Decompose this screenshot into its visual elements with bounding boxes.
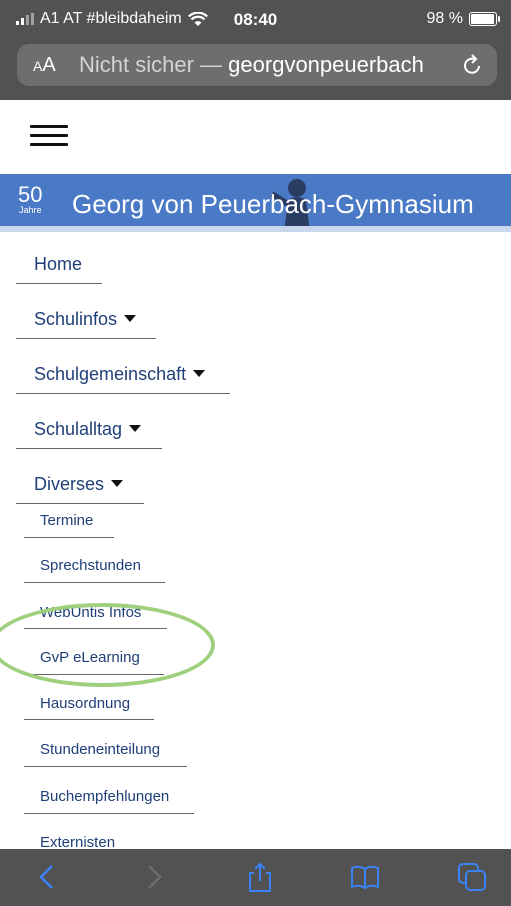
submenu-item-termine[interactable]: Termine [40,512,93,529]
share-icon[interactable] [244,861,276,893]
divider [16,448,162,449]
menu-item-schulinfos[interactable]: Schulinfos [34,309,137,330]
divider [16,393,230,394]
menu-item-diverses[interactable]: Diverses [34,474,124,495]
forward-icon[interactable] [137,861,169,893]
divider [16,503,144,504]
battery-status: 98 % [426,10,500,28]
browser-toolbar: AA Nicht sicher — georgvonpeuerbach [0,36,511,100]
caret-down-icon [124,314,137,322]
divider [24,537,114,538]
security-label: Nicht sicher — [79,52,223,77]
divider [24,766,187,767]
status-bar: A1 AT #bleibdaheim 08:40 98 % [0,0,511,36]
submenu-item-sprechstunden[interactable]: Sprechstunden [40,557,141,574]
reload-icon[interactable] [461,53,485,77]
submenu-item-buchempfehlungen[interactable]: Buchempfehlungen [40,788,169,805]
bookmarks-icon[interactable] [349,861,381,893]
submenu-item-stundeneinteilung[interactable]: Stundeneinteilung [40,741,160,758]
caret-down-icon [193,369,206,377]
menu-toggle-button[interactable] [30,125,68,147]
caret-down-icon [111,479,124,487]
anniversary-badge: 50 Jahre [18,182,43,215]
menu-item-schulalltag[interactable]: Schulalltag [34,419,142,440]
menu-item-home[interactable]: Home [34,254,82,275]
battery-label: 98 % [426,10,463,27]
caret-down-icon [129,424,142,432]
menu-item-schulgemeinschaft[interactable]: Schulgemeinschaft [34,364,206,385]
back-icon[interactable] [32,861,64,893]
text-size-button[interactable]: AA [33,54,79,77]
divider [16,338,156,339]
site-title: Georg von Peuerbach-Gymnasium [72,189,474,219]
url-text[interactable]: Nicht sicher — georgvonpeuerbach [79,52,424,78]
divider [16,283,102,284]
submenu-item-hausordnung[interactable]: Hausordnung [40,695,130,712]
divider [24,582,165,583]
hamburger-icon [30,125,68,128]
divider [24,813,194,814]
address-bar[interactable]: AA Nicht sicher — georgvonpeuerbach [17,44,497,86]
divider [24,719,154,720]
tabs-icon[interactable] [456,861,488,893]
url-domain: georgvonpeuerbach [228,52,424,77]
browser-bottom-toolbar [0,849,511,906]
school-banner[interactable]: 50 Jahre Georg von Peuerbach-Gymnasium [0,174,511,232]
highlight-annotation [0,603,215,687]
battery-icon [469,12,500,26]
